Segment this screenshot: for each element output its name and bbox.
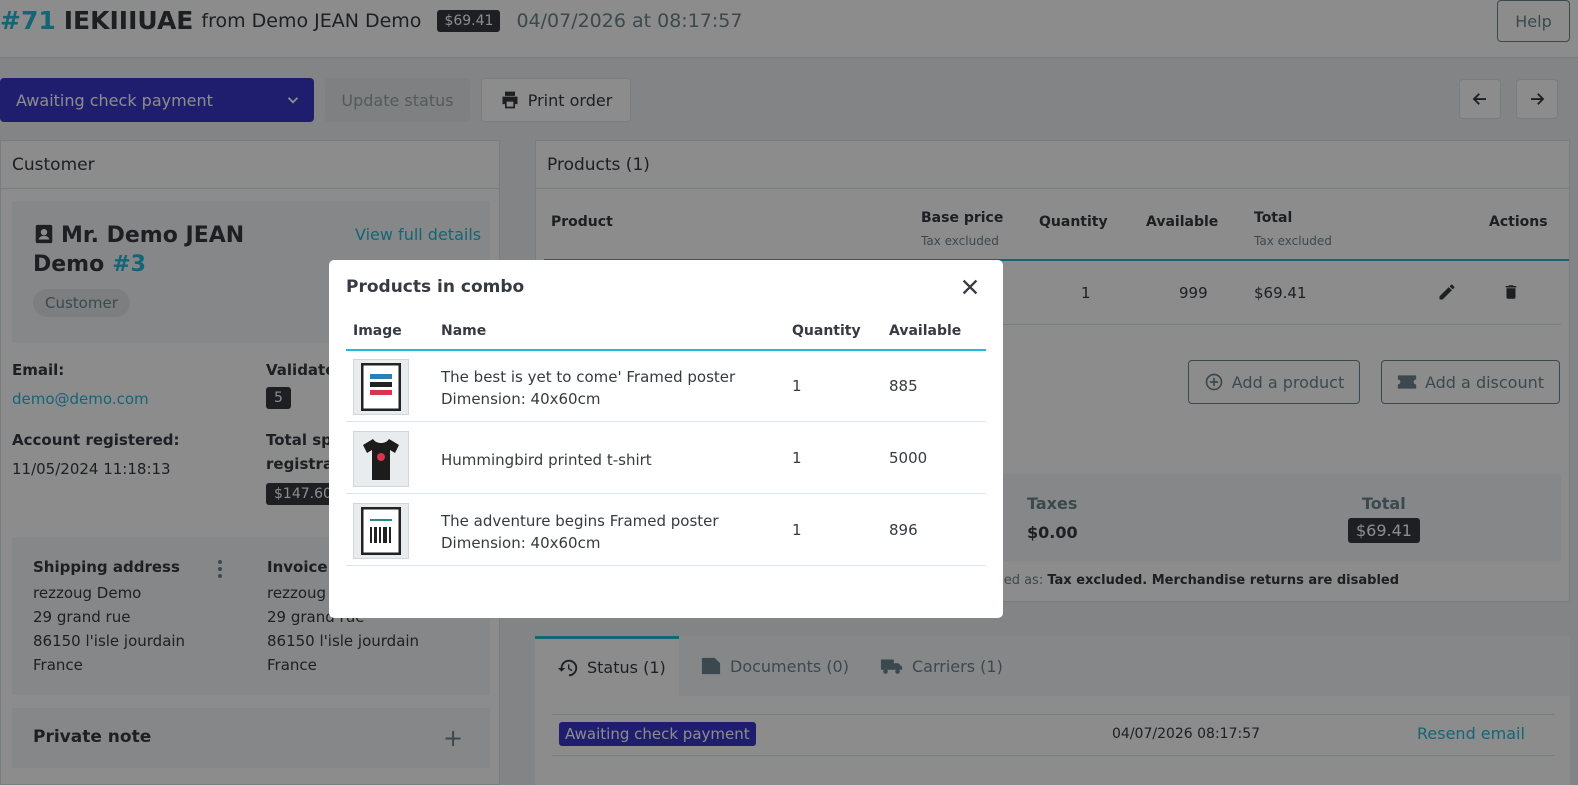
combo-item-available: 885 — [889, 377, 918, 395]
table-row: The adventure begins Framed poster Dimen… — [346, 495, 986, 566]
table-row: The best is yet to come' Framed poster D… — [346, 351, 986, 422]
modal-title: Products in combo — [346, 277, 525, 297]
combo-item-name: Hummingbird printed t-shirt — [441, 449, 771, 471]
combo-item-name: The best is yet to come' Framed poster D… — [441, 366, 771, 410]
combo-item-quantity: 1 — [792, 521, 802, 539]
product-thumbnail — [353, 503, 409, 559]
product-thumbnail — [353, 359, 409, 415]
combo-item-quantity: 1 — [792, 377, 802, 395]
product-thumbnail — [353, 431, 409, 487]
combo-item-variant: Dimension: 40x60cm — [441, 390, 601, 408]
modal-col-name: Name — [441, 323, 487, 339]
combo-item-available: 896 — [889, 521, 918, 539]
close-icon[interactable] — [959, 276, 981, 298]
combo-item-title: Hummingbird printed t-shirt — [441, 451, 652, 469]
tshirt-image — [363, 439, 399, 480]
combo-item-title: The adventure begins Framed poster — [441, 512, 719, 530]
combo-item-name: The adventure begins Framed poster Dimen… — [441, 510, 771, 554]
products-in-combo-modal: Products in combo Image Name Quantity Av… — [329, 260, 1003, 618]
combo-item-quantity: 1 — [792, 449, 802, 467]
modal-col-image: Image — [353, 323, 402, 339]
table-row: Hummingbird printed t-shirt 1 5000 — [346, 423, 986, 494]
modal-col-available: Available — [889, 323, 962, 339]
combo-item-available: 5000 — [889, 449, 928, 467]
modal-col-quantity: Quantity — [792, 323, 861, 339]
combo-item-variant: Dimension: 40x60cm — [441, 534, 601, 552]
framed-poster-image — [361, 507, 401, 555]
combo-item-title: The best is yet to come' Framed poster — [441, 368, 736, 386]
framed-poster-image — [361, 363, 401, 411]
